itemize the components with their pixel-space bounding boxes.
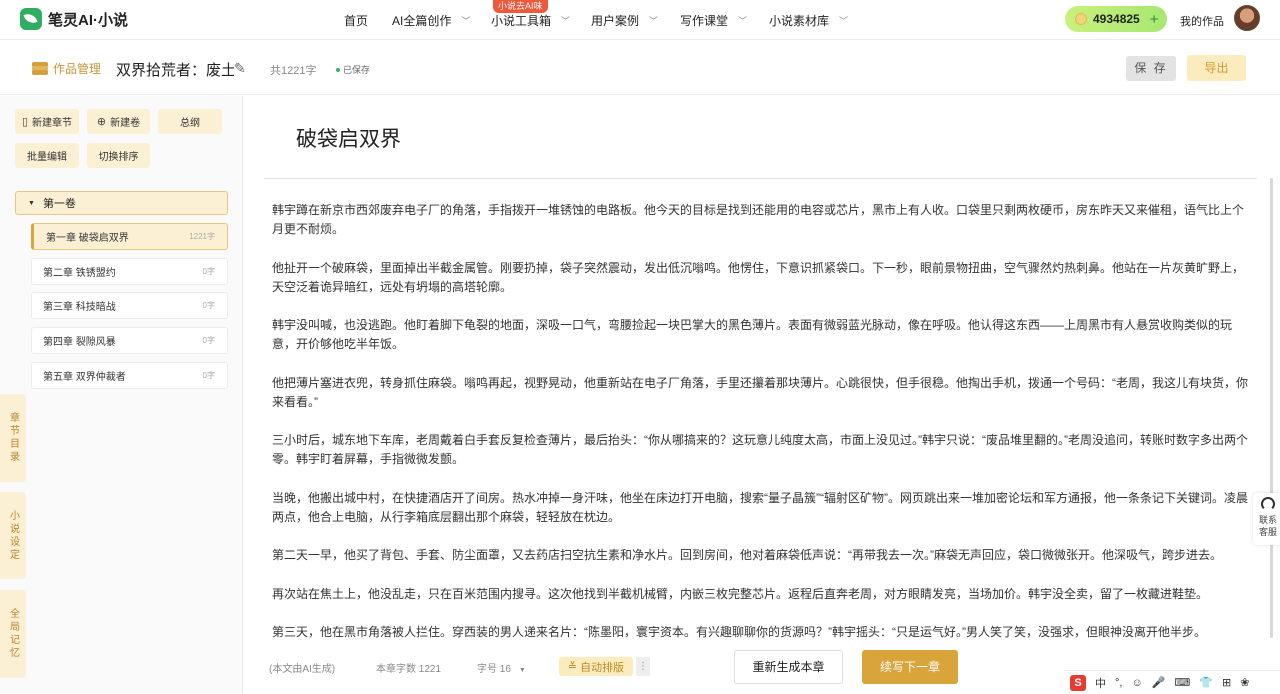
edit-pencil-icon[interactable]: ✎ (234, 60, 246, 77)
paragraph[interactable]: 第二天一早，他买了背包、手套、防尘面罩，又去药店扫空抗生素和净水片。回到房间，他… (272, 546, 1250, 565)
chevron-down-icon: ﹀ (738, 16, 748, 26)
nav-writing-class[interactable]: 写作课堂 ﹀ (680, 12, 747, 29)
ime-toolbar: S 中 °, ☺ 🎤 ⌨ 👕 ⊞ ❀ (1064, 670, 1280, 694)
chapter-title[interactable]: 破袋启双界 (296, 123, 401, 153)
batch-edit-button[interactable]: 批量编辑 (15, 143, 79, 168)
layers-icon (32, 61, 48, 76)
tab-chapter-list[interactable]: 章节目录 (0, 394, 26, 482)
microphone-icon[interactable]: 🎤 (1152, 676, 1166, 689)
chapter-sidebar: ▯ 新建章节 ⊕ 新建卷 总纲 批量编辑 切换排序 ▼ 第一卷 第一章 破袋启双界 … (0, 96, 243, 694)
sogou-ime-icon[interactable]: S (1070, 674, 1086, 691)
word-total: 共1221字 (270, 65, 317, 77)
editor-toolbar: 作品管理 双界拾荒者：废土商 ✎ 共1221字 已保存 保 存 导出 (0, 41, 1280, 95)
chevron-down-icon: ﹀ (839, 16, 849, 26)
nav-ai-full-creation[interactable]: AI全篇创作 ﹀ (392, 12, 470, 29)
punctuation-icon[interactable]: °, (1115, 677, 1122, 689)
skin-icon[interactable]: 👕 (1199, 676, 1213, 689)
chapter-word-count: 本章字数 1221 (376, 664, 442, 675)
document-title[interactable]: 双界拾荒者：废土商 (116, 59, 234, 80)
continue-next-chapter-button[interactable]: 续写下一章 (862, 650, 958, 684)
ime-chinese-mode[interactable]: 中 (1095, 675, 1106, 691)
chapter-item[interactable]: 第五章 双界仲裁者 0字 (31, 362, 228, 389)
chevron-down-icon: ﹀ (461, 16, 471, 26)
paragraph[interactable]: 再次站在焦土上，他没乱走，只在百米范围内搜寻。这次他找到半截机械臂，内嵌三枚完整… (272, 585, 1250, 604)
save-button[interactable]: 保 存 (1126, 56, 1176, 81)
chevron-down-icon: ﹀ (561, 16, 571, 26)
tab-global-memory[interactable]: 全局记忆 (0, 590, 26, 678)
top-nav: 笔灵AI·小说 首页 AI全篇创作 ﹀ 小说工具箱 ﹀ 小说去AI味 用户案例 ﹀ 写… (0, 0, 1280, 40)
new-volume-button[interactable]: ⊕ 新建卷 (87, 109, 150, 134)
keyboard-icon[interactable]: ⌨ (1174, 676, 1190, 689)
tab-novel-settings[interactable]: 小说设定 (0, 492, 26, 579)
paragraph[interactable]: 当晚，他搬出城中村，在快捷酒店开了间房。热水冲掉一身汗味，他坐在床边打开电脑，搜… (272, 489, 1250, 527)
chapter-item[interactable]: 第一章 破袋启双界 1221字 (31, 223, 228, 250)
avatar[interactable] (1234, 5, 1260, 31)
logo-leaf-icon (20, 8, 42, 30)
nav-novel-toolbox[interactable]: 小说工具箱 ﹀ (491, 12, 570, 29)
my-works-link[interactable]: 我的作品 (1180, 13, 1224, 29)
ai-generated-note: (本文由AI生成) (269, 664, 336, 675)
format-icon: ≚ (567, 661, 578, 673)
more-options-button[interactable]: ⋮ (636, 657, 650, 676)
save-status: 已保存 (336, 63, 370, 76)
contact-support-button[interactable]: 联系客服 (1253, 493, 1280, 545)
paragraph[interactable]: 他扯开一个破麻袋，里面掉出半截金属管。刚要扔掉，袋子突然震动，发出低沉嗡鸣。他愣… (272, 259, 1250, 297)
flower-icon[interactable]: ❀ (1240, 676, 1249, 689)
toggle-sort-button[interactable]: 切换排序 (87, 143, 150, 168)
volume-item[interactable]: ▼ 第一卷 (15, 191, 228, 215)
plus-icon[interactable]: + (1150, 11, 1159, 28)
chapter-item[interactable]: 第四章 裂隙风暴 0字 (31, 327, 228, 354)
chapter-content[interactable]: 韩宇蹲在新京市西郊废弃电子厂的角落，手指拨开一堆锈蚀的电路板。他今天的目标是找到… (272, 201, 1250, 662)
caret-down-icon: ▼ (518, 667, 526, 674)
coin-icon (1075, 13, 1087, 25)
nav-home[interactable]: 首页 (344, 12, 368, 29)
app-name: 笔灵AI·小说 (48, 11, 128, 29)
nav-user-cases[interactable]: 用户案例 ﹀ (591, 12, 658, 29)
paragraph[interactable]: 韩宇蹲在新京市西郊废弃电子厂的角落，手指拨开一堆锈蚀的电路板。他今天的目标是找到… (272, 201, 1250, 239)
plus-circle-icon: ⊕ (96, 116, 107, 128)
paragraph[interactable]: 他把薄片塞进衣兜，转身抓住麻袋。嗡鸣再起，视野晃动，他重新站在电子厂角落，手里还… (272, 374, 1250, 412)
chevron-down-icon: ﹀ (649, 16, 659, 26)
grid-icon[interactable]: ⊞ (1222, 676, 1231, 689)
headset-icon (1261, 497, 1275, 511)
new-chapter-button[interactable]: ▯ 新建章节 (15, 109, 79, 134)
document-icon: ▯ (21, 116, 29, 128)
caret-down-icon[interactable]: ▼ (28, 200, 35, 207)
auto-layout-button[interactable]: ≚ 自动排版 (559, 657, 633, 676)
logo[interactable]: 笔灵AI·小说 (20, 8, 128, 30)
regenerate-chapter-button[interactable]: 重新生成本章 (734, 650, 843, 684)
divider (264, 178, 1257, 179)
chapter-item[interactable]: 第三章 科技暗战 0字 (31, 292, 228, 319)
nav-hot-badge: 小说去AI味 (493, 0, 548, 13)
paragraph[interactable]: 韩宇没叫喊，也没逃跑。他盯着脚下龟裂的地面，深吸一口气，弯腰捡起一块巴掌大的黑色… (272, 316, 1250, 354)
outline-button[interactable]: 总纲 (158, 109, 222, 134)
chapter-item[interactable]: 第二章 铁锈盟约 0字 (31, 258, 228, 285)
font-size-select[interactable]: 字号 16 ▼ (477, 660, 526, 675)
coin-balance[interactable]: 4934825 + (1065, 6, 1167, 32)
scrollbar[interactable] (1270, 178, 1273, 638)
emoji-icon[interactable]: ☺ (1131, 677, 1142, 689)
paragraph[interactable]: 三小时后，城东地下车库，老周戴着白手套反复检查薄片，最后抬头：“你从哪搞来的？这… (272, 431, 1250, 469)
nav-novel-materials[interactable]: 小说素材库 ﹀ (769, 12, 848, 29)
export-button[interactable]: 导出 (1187, 55, 1246, 81)
works-manager-button[interactable]: 作品管理 (32, 60, 101, 77)
status-dot-icon (336, 67, 340, 72)
